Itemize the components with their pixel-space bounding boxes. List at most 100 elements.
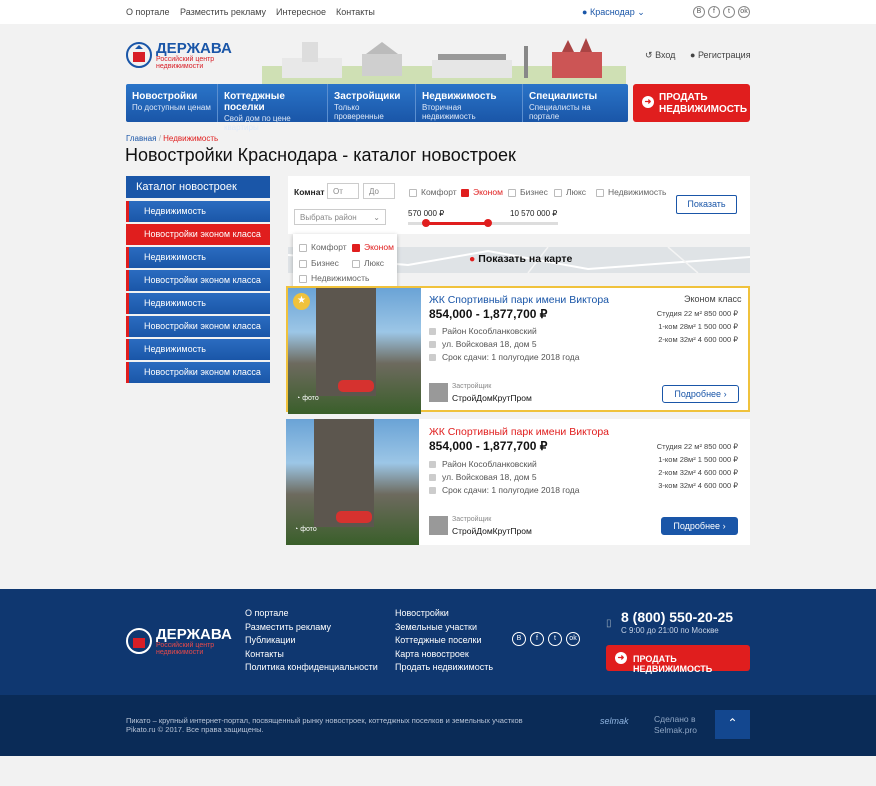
class-realestate-checkbox[interactable]: Недвижимость: [596, 187, 666, 197]
login-link[interactable]: ↺ Вход: [645, 50, 675, 61]
developer-logo: [429, 516, 448, 535]
dropdown-option-realestate[interactable]: Недвижимость: [299, 273, 369, 283]
price-slider-max-handle[interactable]: [484, 219, 492, 227]
footer-link[interactable]: Контакты: [245, 648, 378, 662]
city-skyline-illustration: [262, 38, 626, 84]
nav-item-new-buildings[interactable]: Новостройки По доступным ценам: [126, 84, 218, 122]
camera-icon: ◔: [294, 526, 299, 533]
developer-name[interactable]: СтройДомКрутПром: [452, 526, 532, 536]
star-icon: ★: [293, 293, 310, 310]
footer-links-col1: О портале Разместить рекламу Публикации …: [245, 607, 378, 675]
footer-link[interactable]: Разместить рекламу: [245, 621, 378, 635]
price-slider-range: [426, 222, 488, 225]
listing-title[interactable]: ЖК Спортивный парк имени Виктора: [429, 294, 609, 306]
sidebar-item-real-estate[interactable]: Недвижимость: [126, 201, 270, 222]
show-button[interactable]: Показать: [676, 195, 737, 214]
sidebar-item-real-estate[interactable]: Недвижимость: [126, 293, 270, 314]
district-dropdown: Комфорт Эконом Бизнес Люкс Недвижимость: [293, 234, 397, 290]
rooms-from-input[interactable]: От: [327, 183, 359, 199]
details-button[interactable]: Подробнее ›: [661, 517, 738, 535]
top-link-about[interactable]: О портале: [126, 7, 169, 17]
footer-link[interactable]: О портале: [245, 607, 378, 621]
camera-icon: ◔: [296, 395, 301, 402]
sidebar-item-economy[interactable]: Новостройки эконом класса: [126, 224, 270, 245]
footer-link[interactable]: Карта новостроек: [395, 648, 493, 662]
listing-photo[interactable]: ◔ фото: [286, 419, 419, 545]
footer-link[interactable]: Земельные участки: [395, 621, 493, 635]
logo-title[interactable]: ДЕРЖАВА: [156, 40, 232, 57]
facebook-icon[interactable]: f: [530, 632, 544, 646]
sidebar-item-real-estate[interactable]: Недвижимость: [126, 339, 270, 360]
selmak-logo[interactable]: selmak: [600, 716, 629, 726]
vk-icon[interactable]: B: [693, 6, 705, 18]
facebook-icon[interactable]: f: [708, 6, 720, 18]
city-label: Краснодар: [589, 7, 635, 17]
footer-link[interactable]: Политика конфиденциальности: [245, 661, 378, 675]
top-link-contacts[interactable]: Контакты: [336, 7, 375, 17]
phone-icon: ▯: [606, 618, 612, 629]
twitter-icon[interactable]: t: [548, 632, 562, 646]
calendar-icon: [429, 354, 436, 362]
footer-phone[interactable]: 8 (800) 550-20-25: [621, 609, 733, 625]
login-icon: ↺: [645, 50, 653, 60]
scroll-top-button[interactable]: ⌃: [715, 710, 750, 739]
class-lux-checkbox[interactable]: Люкс: [554, 187, 586, 197]
listing-photo[interactable]: ★ ◔ фото: [288, 288, 421, 414]
sidebar-item-real-estate[interactable]: Недвижимость: [126, 247, 270, 268]
footer-logo-subtitle: Российский центр недвижимости: [156, 642, 215, 656]
listing-title[interactable]: ЖК Спортивный парк имени Виктора: [429, 426, 609, 438]
footer-sell-button[interactable]: ➜ ПРОДАТЬ НЕДВИЖИМОСТЬ: [606, 645, 750, 674]
footer-link[interactable]: Новостройки: [395, 607, 493, 621]
city-selector[interactable]: ● Краснодар ⌄: [582, 7, 645, 18]
sidebar-item-economy[interactable]: Новостройки эконом класса: [126, 362, 270, 383]
sidebar-item-economy[interactable]: Новостройки эконом класса: [126, 316, 270, 337]
dropdown-option-business[interactable]: Бизнес: [299, 258, 339, 268]
nav-item-real-estate[interactable]: Недвижимость Вторичная недвижимость: [416, 84, 523, 122]
price-max: 10 570 000 ₽: [510, 209, 558, 218]
vk-icon[interactable]: B: [512, 632, 526, 646]
details-button[interactable]: Подробнее ›: [662, 385, 739, 403]
breadcrumb-home[interactable]: Главная: [126, 134, 156, 143]
dropdown-option-economy[interactable]: Эконом: [352, 242, 394, 252]
nav-item-cottages[interactable]: Коттеджные поселки Свой дом по цене кварт…: [218, 84, 328, 132]
calendar-icon: [429, 487, 436, 495]
listing-card[interactable]: ★ ◔ фото ЖК Спортивный парк имени Виктор…: [286, 286, 750, 414]
photo-count: ◔ фото: [294, 526, 317, 533]
price-slider-min-handle[interactable]: [422, 219, 430, 227]
odnoklassniki-icon[interactable]: ok: [566, 632, 580, 646]
chevron-right-icon: ›: [722, 521, 726, 531]
footer-logo-emblem[interactable]: [126, 626, 152, 656]
developer-name[interactable]: СтройДомКрутПром: [452, 393, 532, 403]
top-link-ads[interactable]: Разместить рекламу: [180, 7, 266, 17]
listing-card[interactable]: ◔ фото ЖК Спортивный парк имени Виктора …: [286, 419, 750, 545]
footer-logo-title[interactable]: ДЕРЖАВА: [156, 626, 232, 643]
top-link-interesting[interactable]: Интересное: [276, 7, 326, 17]
logo-emblem[interactable]: [126, 40, 152, 70]
listing-price: 854,000 - 1,877,700 ₽: [429, 307, 548, 321]
footer-link[interactable]: Продать недвижимость: [395, 661, 493, 675]
footer-link[interactable]: Коттеджные поселки: [395, 634, 493, 648]
footer-hours: С 9:00 до 21:00 по Москве: [621, 626, 719, 635]
dropdown-option-comfort[interactable]: Комфорт: [299, 242, 347, 252]
rooms-to-input[interactable]: До: [363, 183, 395, 199]
dropdown-option-lux[interactable]: Люкс: [352, 258, 384, 268]
nav-item-developers[interactable]: Застройщики Только проверенные: [328, 84, 416, 122]
nav-item-specialists[interactable]: Специалисты Специалисты на портале: [523, 84, 628, 122]
register-link[interactable]: ● Регистрация: [690, 50, 751, 60]
sell-property-button[interactable]: ➜ ПРОДАТЬ НЕДВИЖИМОСТЬ: [633, 84, 750, 122]
class-business-checkbox[interactable]: Бизнес: [508, 187, 548, 197]
catalog-heading: Каталог новостроек: [126, 176, 270, 198]
made-by[interactable]: Сделано в Selmak.pro: [654, 714, 697, 736]
developer-logo: [429, 383, 448, 402]
odnoklassniki-icon[interactable]: ok: [738, 6, 750, 18]
footer-links-col2: Новостройки Земельные участки Коттеджные…: [395, 607, 493, 675]
room-prices: Студия 22 м² 850 000 ₽1-ком 28м² 1 500 0…: [656, 309, 738, 344]
show-on-map-link[interactable]: ● Показать на карте: [469, 253, 572, 265]
class-economy-checkbox[interactable]: Эконом: [461, 187, 503, 197]
district-select[interactable]: Выбрать район ⌄: [294, 209, 386, 225]
class-comfort-checkbox[interactable]: Комфорт: [409, 187, 457, 197]
listing-deadline: Срок сдачи: 1 полугодие 2018 года: [429, 485, 579, 495]
twitter-icon[interactable]: t: [723, 6, 735, 18]
footer-link[interactable]: Публикации: [245, 634, 378, 648]
sidebar-item-economy[interactable]: Новостройки эконом класса: [126, 270, 270, 291]
